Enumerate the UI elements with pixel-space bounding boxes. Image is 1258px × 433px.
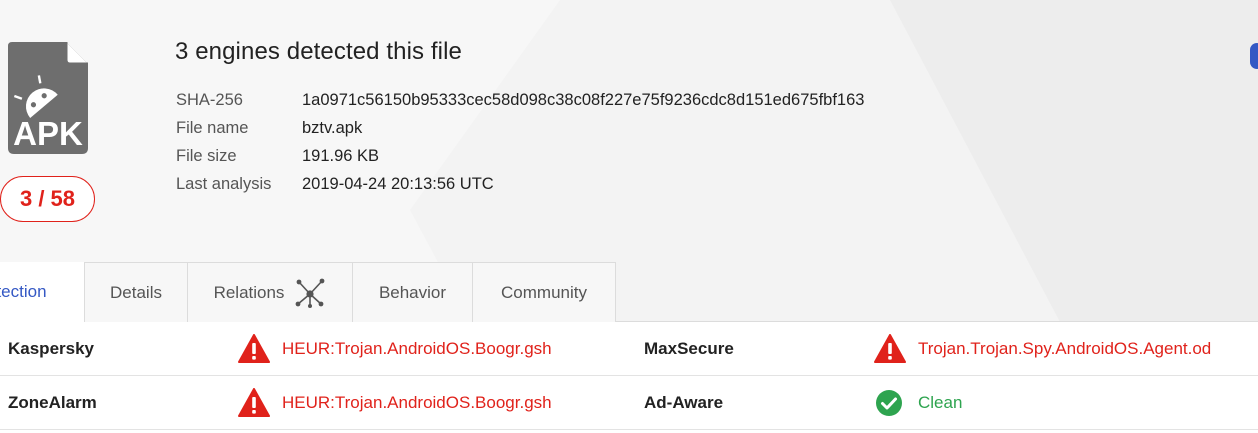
sha256-value[interactable]: 1a0971c56150b95333cec58d098c38c08f227e75… bbox=[302, 91, 864, 110]
result-text: HEUR:Trojan.AndroidOS.Boogr.gsh bbox=[282, 339, 552, 358]
file-type-label: APK bbox=[13, 115, 83, 152]
warning-icon bbox=[238, 334, 270, 363]
tab-label: Behavior bbox=[378, 282, 447, 302]
engine-name: Ad-Aware bbox=[644, 393, 724, 412]
meta-key: File size bbox=[176, 146, 237, 165]
edge-indicator bbox=[1250, 43, 1258, 69]
detection-table: Kaspersky HEUR:Trojan.AndroidOS.Boogr.gs… bbox=[0, 322, 1258, 430]
engine-name: Kaspersky bbox=[8, 339, 95, 358]
warning-icon bbox=[238, 388, 270, 417]
detection-score: 3 / 58 bbox=[19, 186, 76, 211]
meta-row-last-analysis: Last analysis 2019-04-24 20:13:56 UTC bbox=[176, 170, 864, 198]
detection-result: Clean bbox=[874, 376, 962, 430]
meta-key: File name bbox=[176, 118, 249, 137]
page-title: 3 engines detected this file bbox=[175, 38, 462, 65]
meta-key: SHA-256 bbox=[176, 90, 243, 109]
meta-row-sha256: SHA-256 1a0971c56150b95333cec58d098c38c0… bbox=[176, 86, 864, 114]
result-text: Trojan.Trojan.Spy.AndroidOS.Agent.od bbox=[918, 339, 1212, 358]
warning-icon bbox=[874, 334, 906, 363]
table-row: Kaspersky HEUR:Trojan.AndroidOS.Boogr.gs… bbox=[0, 322, 1258, 376]
tab-label: Community bbox=[501, 282, 587, 302]
detection-result: HEUR:Trojan.AndroidOS.Boogr.gsh bbox=[238, 376, 552, 430]
meta-row-file-size: File size 191.96 KB bbox=[176, 142, 864, 170]
meta-key: Last analysis bbox=[176, 174, 272, 193]
file-report-page: APK 3 / 58 3 engines detected this file … bbox=[0, 0, 1258, 433]
detection-score-badge: 3 / 58 bbox=[0, 176, 95, 222]
tab-detection[interactable]: etection bbox=[0, 262, 85, 322]
meta-row-file-name: File name bztv.apk bbox=[176, 114, 864, 142]
detection-result: Trojan.Trojan.Spy.AndroidOS.Agent.od bbox=[874, 322, 1211, 376]
report-tabs: etection Details Relations bbox=[0, 262, 616, 322]
apk-file-icon: APK bbox=[8, 42, 88, 154]
tab-label: etection bbox=[0, 282, 47, 301]
result-text: HEUR:Trojan.AndroidOS.Boogr.gsh bbox=[282, 393, 552, 412]
tab-relations[interactable]: Relations bbox=[187, 262, 353, 322]
file-metadata: SHA-256 1a0971c56150b95333cec58d098c38c0… bbox=[176, 86, 864, 198]
tab-details[interactable]: Details bbox=[84, 262, 188, 322]
detection-result: HEUR:Trojan.AndroidOS.Boogr.gsh bbox=[238, 322, 552, 376]
graph-nodes-icon bbox=[296, 278, 325, 308]
table-row: ZoneAlarm HEUR:Trojan.AndroidOS.Boogr.gs… bbox=[0, 376, 1258, 430]
engine-name: MaxSecure bbox=[644, 339, 734, 358]
tab-label: Details bbox=[110, 282, 162, 302]
file-name-value: bztv.apk bbox=[302, 118, 363, 137]
tab-community[interactable]: Community bbox=[472, 262, 616, 322]
tab-label: Relations bbox=[213, 282, 285, 302]
file-size-value: 191.96 KB bbox=[302, 146, 380, 165]
tab-behavior[interactable]: Behavior bbox=[352, 262, 473, 322]
last-analysis-value: 2019-04-24 20:13:56 UTC bbox=[302, 174, 494, 193]
check-circle-icon bbox=[876, 390, 902, 416]
result-text: Clean bbox=[918, 393, 963, 412]
engine-name: ZoneAlarm bbox=[8, 393, 97, 412]
